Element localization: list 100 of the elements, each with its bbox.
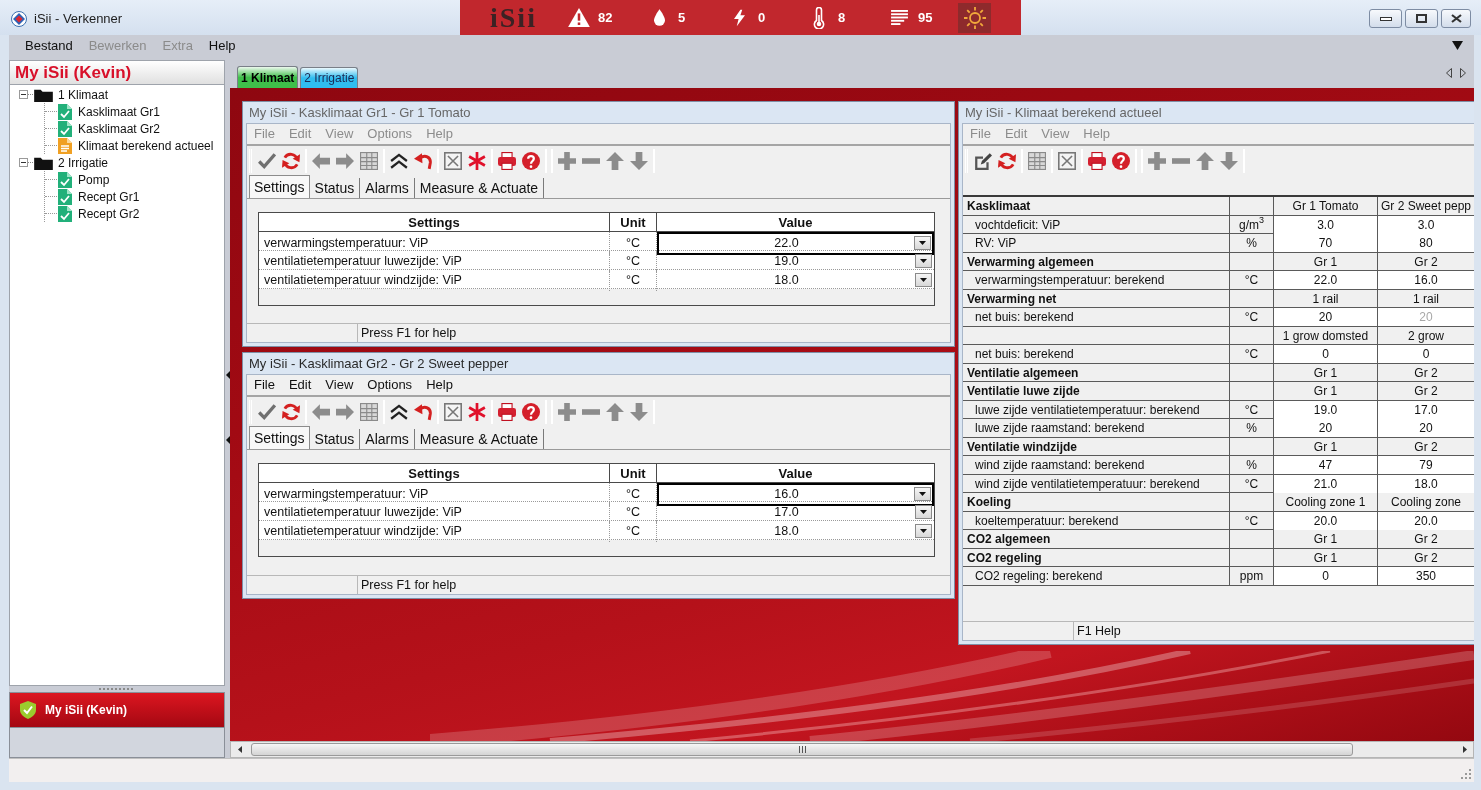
plus-icon[interactable] (558, 402, 576, 421)
tab[interactable]: Measure & Actuate (414, 429, 545, 449)
scroll-right-icon[interactable] (1462, 746, 1467, 753)
up-arrow-icon[interactable] (1196, 151, 1214, 170)
sun-button[interactable] (958, 2, 991, 33)
value-field[interactable]: 18.0 (657, 521, 934, 542)
double-chevron-icon[interactable] (390, 152, 408, 169)
caret-icon[interactable] (1452, 41, 1463, 50)
lightning-icon[interactable] (733, 8, 745, 27)
minus-icon[interactable] (582, 157, 600, 164)
asterisk-icon[interactable] (468, 151, 486, 170)
group-label: Verwarming algemeen (963, 252, 1230, 271)
value-field[interactable]: 18.0 (657, 270, 934, 291)
plus-icon[interactable] (1148, 151, 1166, 170)
refresh-icon[interactable] (282, 402, 300, 421)
drop-icon[interactable] (653, 9, 665, 26)
menu-item[interactable]: Help (200, 35, 244, 56)
tab[interactable]: 1 Klimaat (237, 66, 299, 88)
tree-item[interactable]: Recept Gr2 (78, 204, 140, 223)
edit-page-icon[interactable] (974, 151, 992, 170)
right-arrow-icon[interactable] (336, 402, 354, 421)
folder-icon (34, 87, 53, 102)
grid-icon[interactable] (360, 402, 378, 421)
tab[interactable]: 2 Irrigatie (300, 67, 359, 88)
x-box-icon[interactable] (444, 151, 462, 170)
dropdown-button[interactable] (914, 487, 931, 502)
close-button[interactable] (1441, 9, 1471, 28)
tree-item[interactable]: Kasklimaat Gr2 (78, 119, 161, 138)
tab[interactable]: Settings (249, 426, 310, 449)
warning-icon[interactable] (568, 8, 590, 27)
nav-button[interactable]: My iSii (Kevin) (9, 692, 225, 728)
tab[interactable]: Alarms (360, 178, 415, 198)
tree-item[interactable]: 2 Irrigatie (58, 153, 109, 172)
undo-icon[interactable] (414, 402, 432, 421)
x-box-icon[interactable] (444, 402, 462, 421)
minimize-button[interactable] (1369, 9, 1402, 28)
resize-grip-icon[interactable] (1461, 769, 1471, 779)
help-icon[interactable] (522, 151, 540, 170)
check-icon[interactable] (258, 151, 276, 170)
down-arrow-icon[interactable] (630, 151, 648, 170)
printer-icon[interactable] (1088, 151, 1106, 170)
double-chevron-icon[interactable] (390, 403, 408, 420)
value-field[interactable]: 22.0 (657, 232, 934, 255)
tree-item[interactable]: 1 Klimaat (58, 85, 109, 104)
x-box-icon[interactable] (1058, 151, 1076, 170)
maximize-button[interactable] (1405, 9, 1438, 28)
list-icon[interactable] (890, 10, 908, 25)
tree-item[interactable]: Kasklimaat Gr1 (78, 102, 161, 121)
down-arrow-icon[interactable] (630, 402, 648, 421)
menu-item[interactable]: Options (360, 375, 420, 395)
refresh-icon[interactable] (282, 151, 300, 170)
dropdown-button[interactable] (915, 524, 932, 539)
scrollbar-thumb[interactable] (251, 743, 1353, 756)
help-icon[interactable] (1112, 151, 1130, 170)
undo-icon[interactable] (414, 151, 432, 170)
menu-item[interactable]: Bestand (17, 35, 81, 56)
tree-item[interactable]: Pomp (78, 170, 110, 189)
printer-icon[interactable] (498, 402, 516, 421)
tab[interactable]: Settings (249, 175, 310, 198)
left-arrow-icon[interactable] (312, 402, 330, 421)
scroll-left-icon[interactable] (237, 746, 242, 753)
dropdown-button[interactable] (915, 254, 932, 269)
help-icon[interactable] (522, 402, 540, 421)
up-arrow-icon[interactable] (606, 151, 624, 170)
dropdown-button[interactable] (915, 273, 932, 288)
minus-box-icon[interactable] (19, 90, 28, 99)
menu-item[interactable]: View (318, 375, 361, 395)
menu-item[interactable]: File (247, 375, 282, 395)
counter-value: 95 (918, 8, 933, 27)
printer-icon[interactable] (498, 151, 516, 170)
down-arrow-icon[interactable] (1220, 151, 1238, 170)
left-triangle-icon[interactable] (225, 371, 230, 379)
dropdown-button[interactable] (914, 236, 931, 251)
tab[interactable]: Measure & Actuate (414, 178, 545, 198)
plus-icon[interactable] (558, 151, 576, 170)
grid-icon[interactable] (1028, 151, 1046, 170)
left-arrow-icon[interactable] (312, 151, 330, 170)
tab[interactable]: Alarms (360, 429, 415, 449)
grid-icon[interactable] (360, 151, 378, 170)
menu-item[interactable]: Edit (281, 375, 319, 395)
tree-item[interactable]: Recept Gr1 (78, 187, 140, 206)
scroll-right-icon[interactable] (1460, 68, 1466, 78)
tab[interactable]: Status (309, 429, 361, 449)
dropdown-button[interactable] (915, 505, 932, 520)
minus-icon[interactable] (1172, 157, 1190, 164)
asterisk-icon[interactable] (468, 402, 486, 421)
left-triangle-icon[interactable] (225, 436, 230, 444)
value-field[interactable]: 16.0 (657, 483, 934, 506)
thermometer-icon[interactable] (813, 6, 825, 29)
right-arrow-icon[interactable] (336, 151, 354, 170)
menu-item[interactable]: Help (419, 375, 460, 395)
minus-icon[interactable] (582, 408, 600, 415)
check-icon[interactable] (258, 402, 276, 421)
tree-item[interactable]: Klimaat berekend actueel (78, 136, 214, 155)
tab[interactable]: Status (309, 178, 361, 198)
up-arrow-icon[interactable] (606, 402, 624, 421)
minus-box-icon[interactable] (19, 158, 28, 167)
scroll-left-icon[interactable] (1446, 68, 1452, 78)
refresh-icon[interactable] (998, 151, 1016, 170)
app-logo-icon[interactable] (11, 10, 27, 27)
